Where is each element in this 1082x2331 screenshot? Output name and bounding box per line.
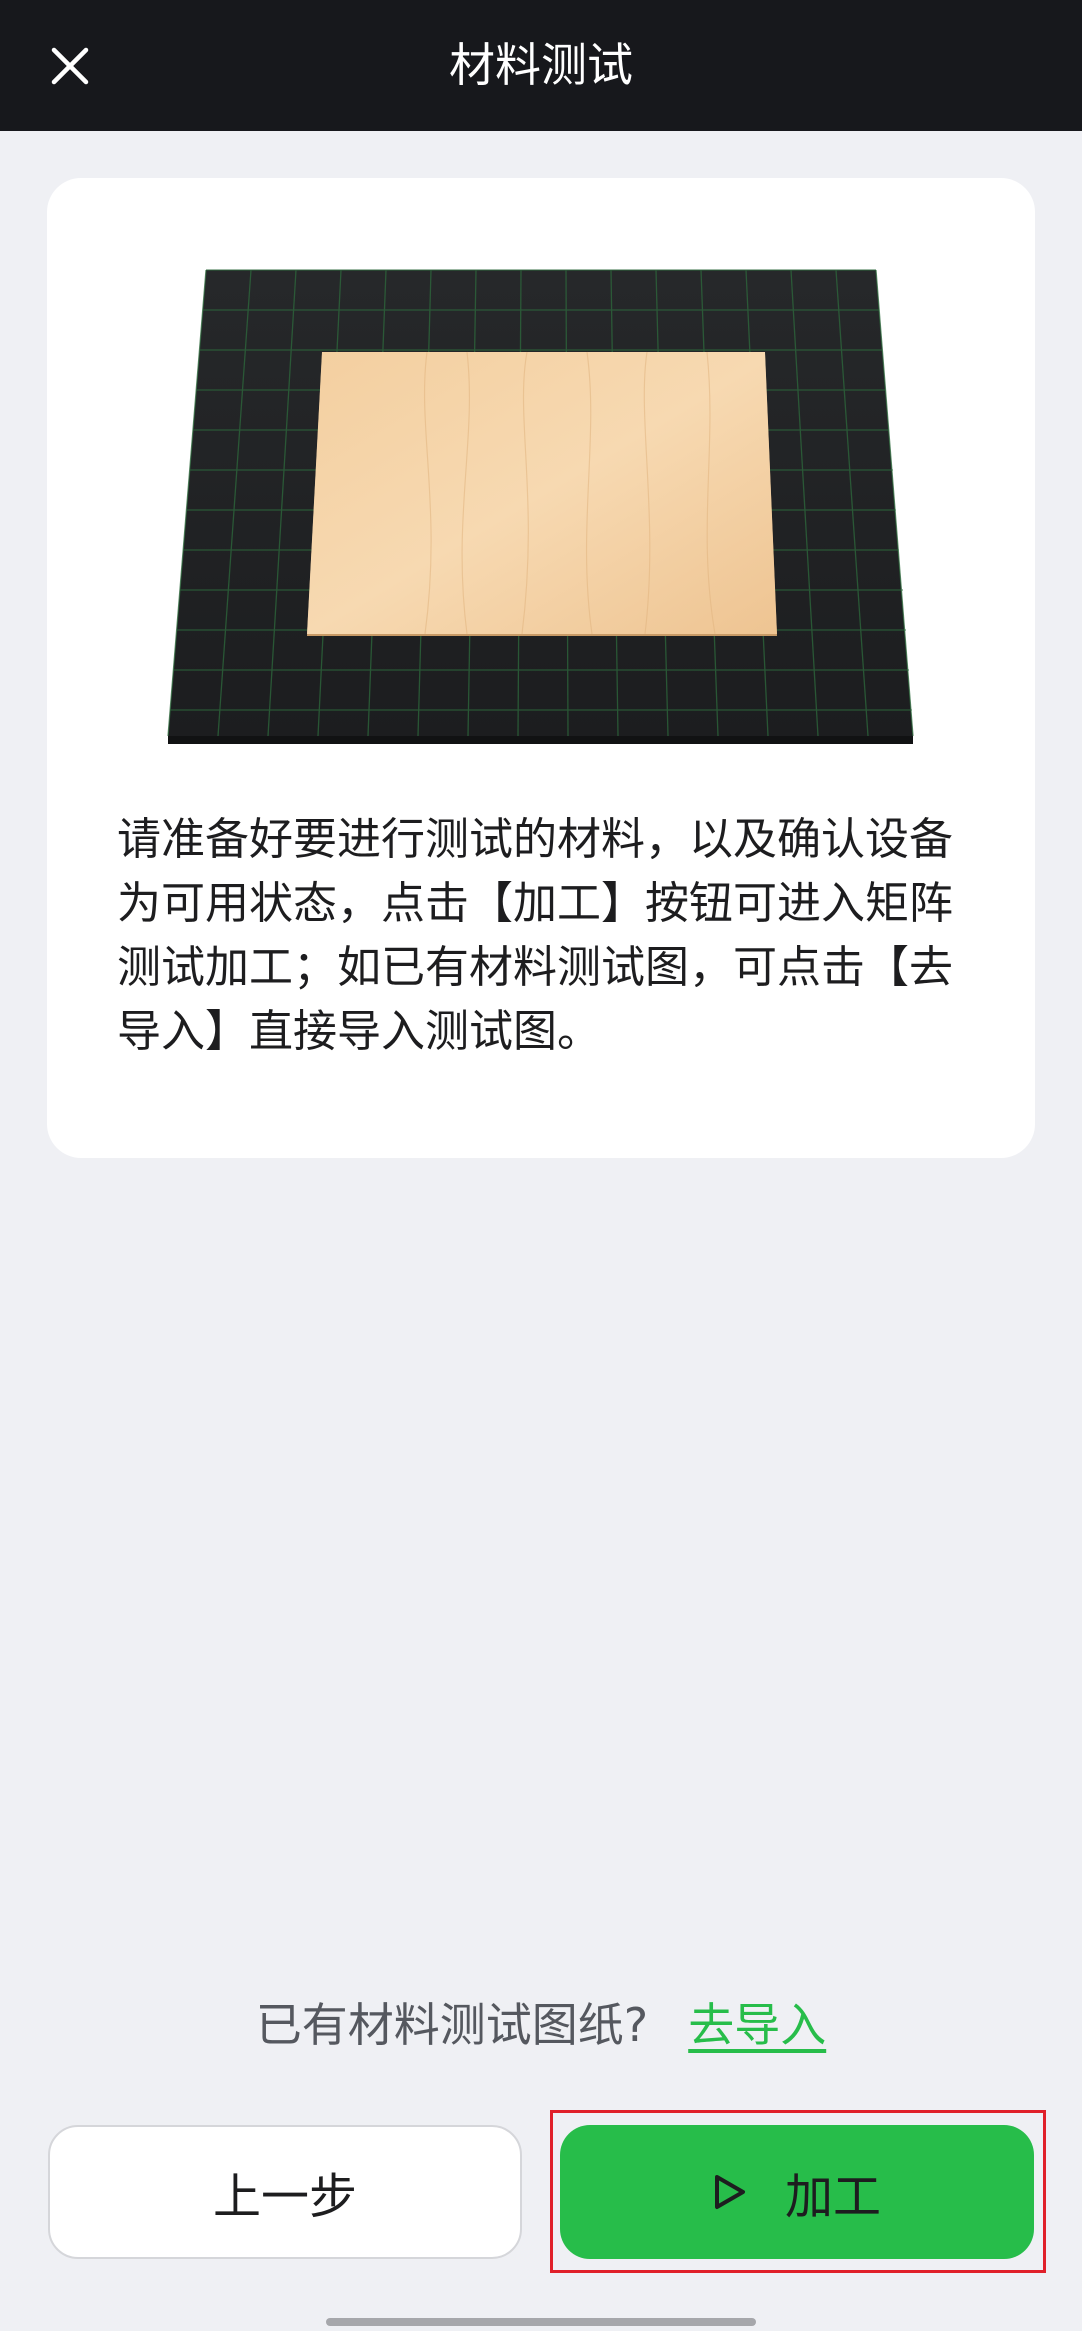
- import-prompt: 已有材料测试图纸? 去导入: [0, 1990, 1082, 2060]
- previous-step-label: 上一步: [212, 2169, 357, 2225]
- play-icon: [713, 2173, 747, 2211]
- header-bar: 材料测试: [0, 0, 1082, 131]
- instruction-text: 请准备好要进行测试的材料，以及确认设备为可用状态，点击【加工】按钮可进入矩阵测试…: [117, 814, 953, 1057]
- import-question: 已有材料测试图纸?: [255, 1998, 649, 2052]
- process-label: 加工: [784, 2169, 881, 2225]
- instruction-card: 请准备好要进行测试的材料，以及确认设备为可用状态，点击【加工】按钮可进入矩阵测试…: [47, 178, 1035, 1158]
- page-title: 材料测试: [449, 38, 633, 92]
- close-icon: [51, 47, 89, 85]
- previous-step-button[interactable]: 上一步: [48, 2125, 522, 2259]
- process-button[interactable]: 加工: [560, 2125, 1034, 2259]
- import-link[interactable]: 去导入: [688, 1998, 826, 2052]
- close-button[interactable]: [40, 36, 100, 96]
- home-indicator: [326, 2318, 756, 2326]
- wood-board-illustration: [167, 269, 914, 744]
